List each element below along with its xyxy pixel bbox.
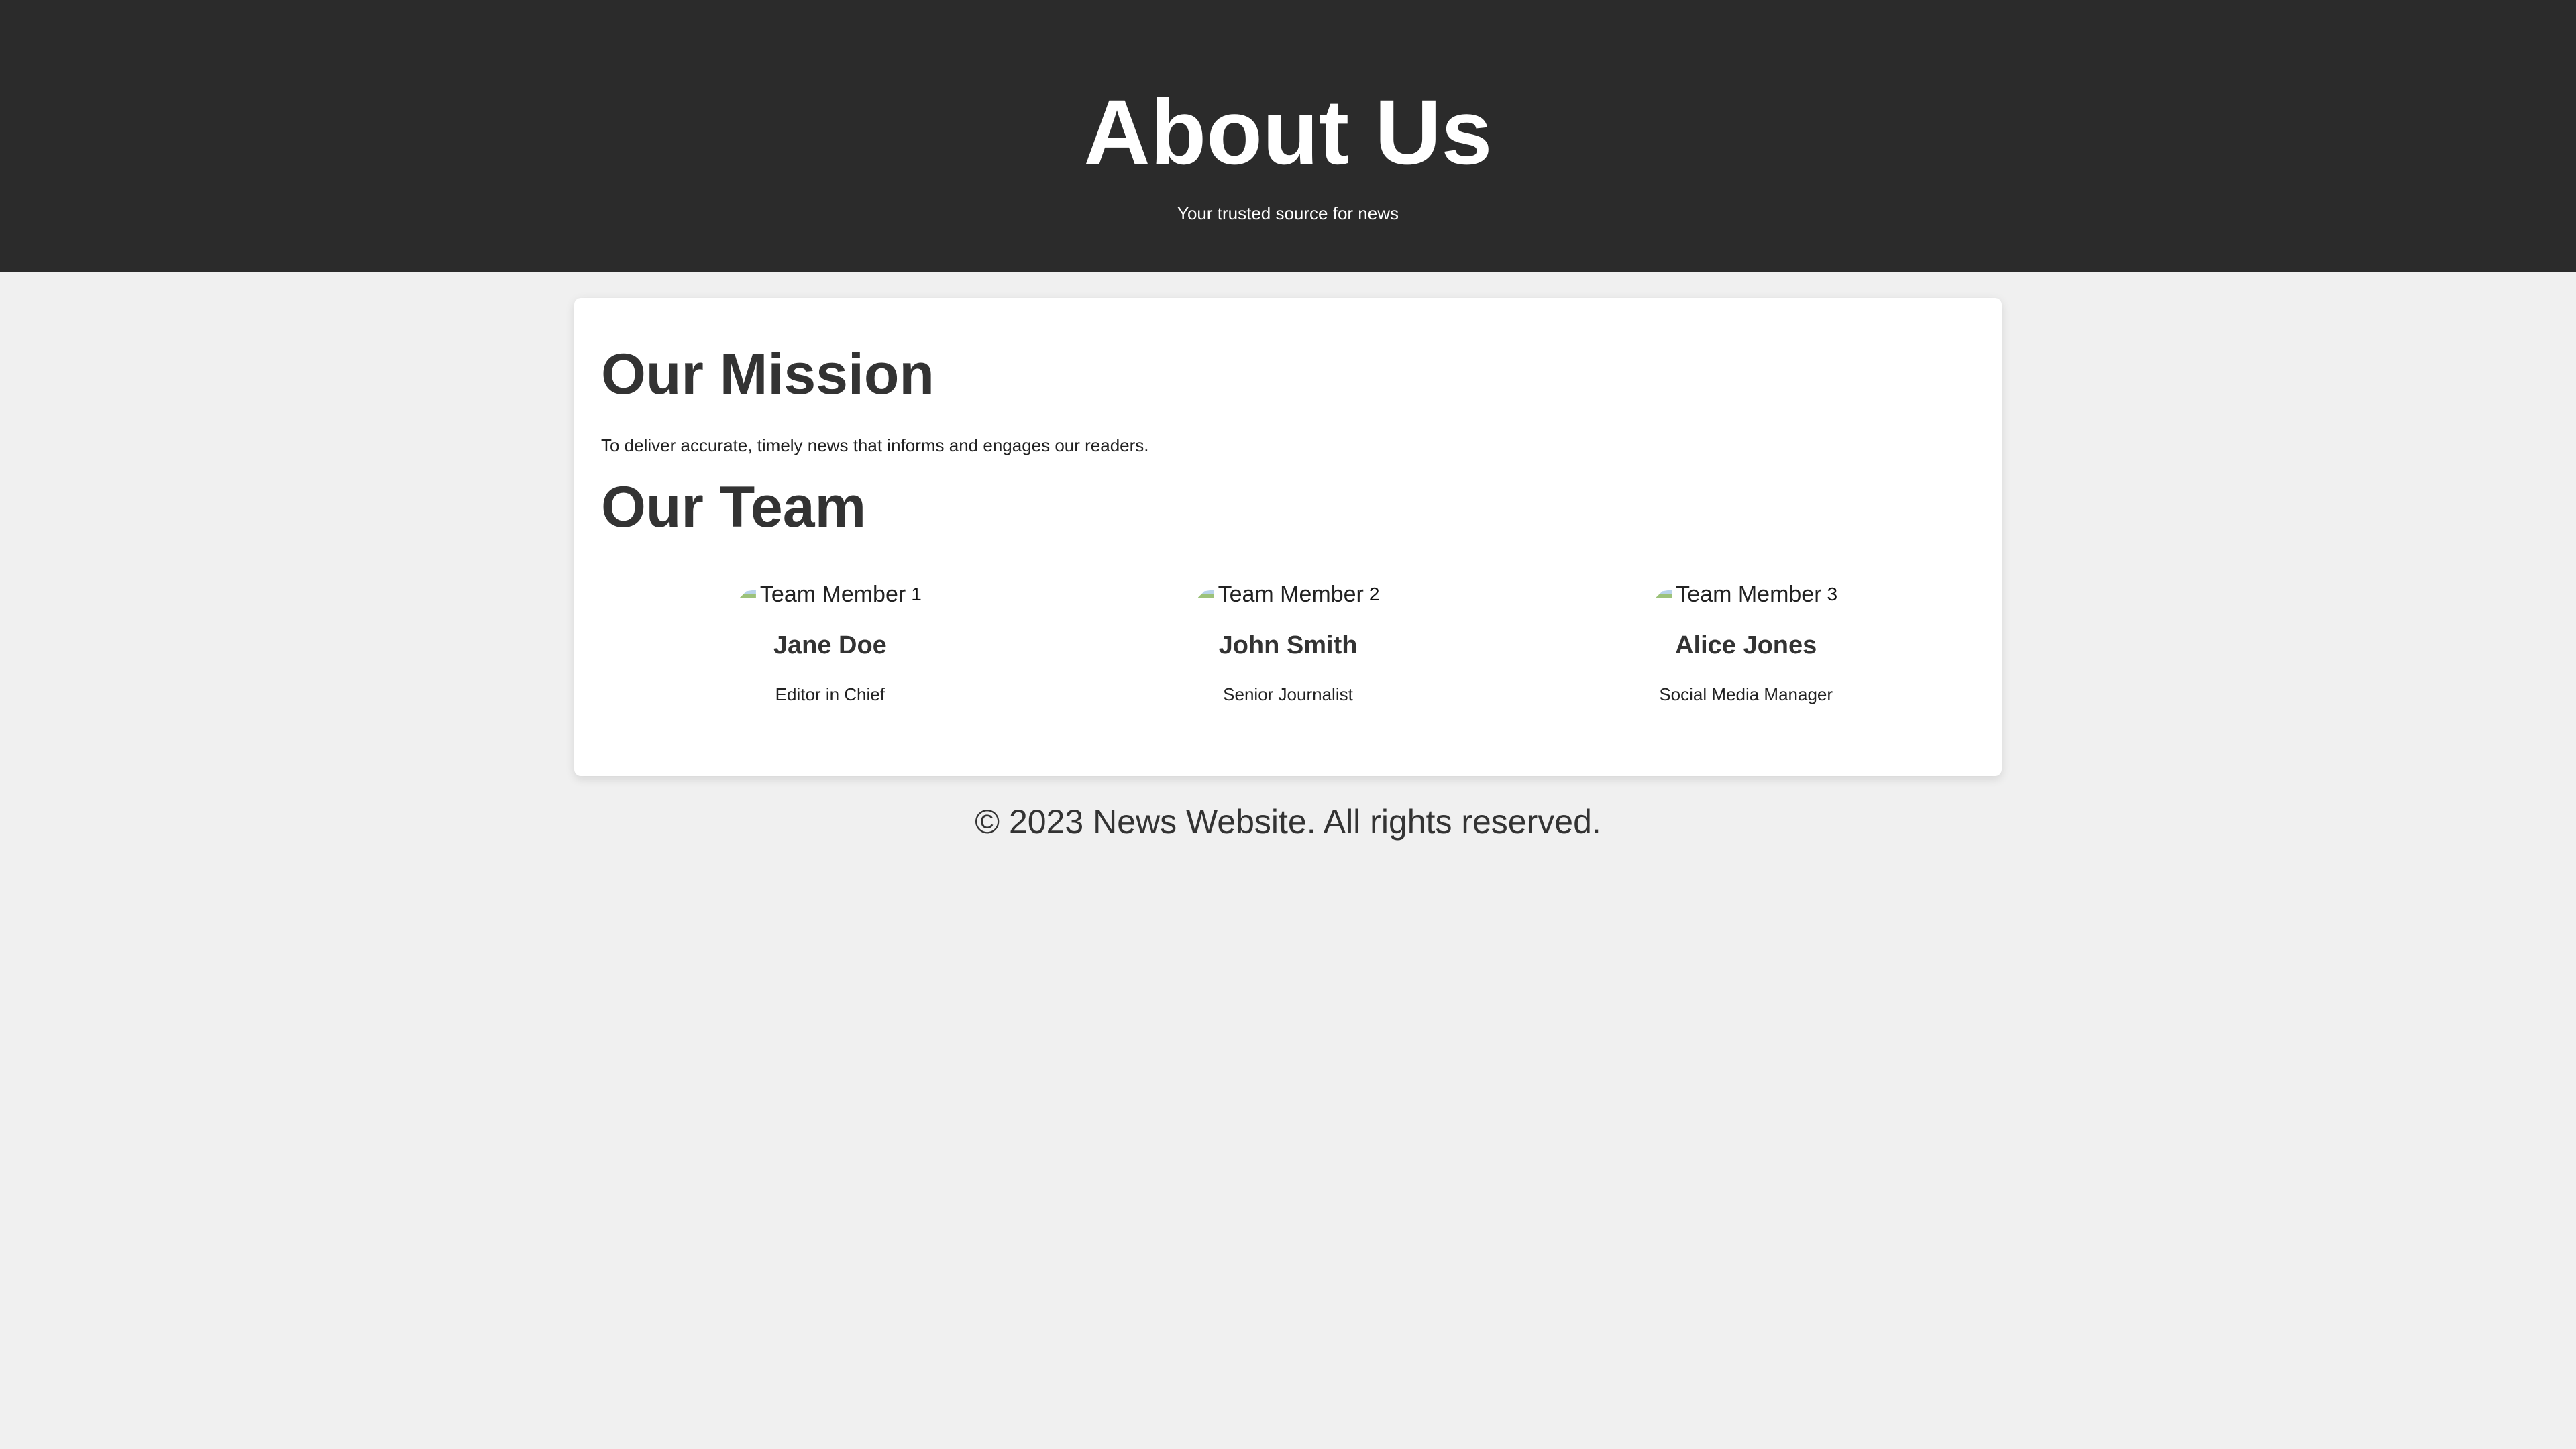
page-header: About Us Your trusted source for news — [0, 0, 2576, 272]
team-member-photo: Team Member 2 — [1197, 580, 1380, 609]
team-member-card: Team Member 1 Jane Doe Editor in Chief — [601, 580, 1059, 705]
team-member-photo-alt: Team Member — [1676, 581, 1822, 607]
team-member-name: Alice Jones — [1675, 631, 1817, 659]
team-member-photo-alt: Team Member — [759, 581, 906, 607]
team-heading: Our Team — [601, 475, 867, 539]
team-member-card: Team Member 2 John Smith Senior Journali… — [1059, 580, 1517, 705]
team-member-name: Jane Doe — [773, 631, 887, 659]
page-footer: © 2023 News Website. All rights reserved… — [0, 798, 2576, 845]
page-subtitle: Your trusted source for news — [1177, 203, 1399, 223]
team-member-photo-alt-tail: 3 — [1827, 584, 1838, 604]
team-member-name: John Smith — [1218, 631, 1358, 659]
team-member-photo: Team Member 1 — [739, 580, 922, 609]
team-member-photo-alt-tail: 1 — [911, 584, 922, 604]
team-member-photo: Team Member 3 — [1654, 580, 1837, 609]
broken-image-icon — [1197, 588, 1217, 600]
team-member-role: Senior Journalist — [1223, 684, 1353, 704]
mission-text: To deliver accurate, timely news that in… — [601, 435, 1149, 455]
team-member-role: Editor in Chief — [775, 684, 885, 704]
broken-image-icon — [739, 588, 759, 600]
page-title: About Us — [1083, 81, 1493, 184]
team-member-photo-alt-tail: 2 — [1368, 584, 1380, 604]
broken-image-icon — [1654, 588, 1674, 600]
team-member-photo-alt: Team Member — [1218, 581, 1364, 607]
about-card: Our Mission To deliver accurate, timely … — [574, 298, 2002, 776]
team-member-role: Social Media Manager — [1659, 684, 1833, 704]
team-grid: Team Member 1 Jane Doe Editor in Chief T… — [601, 580, 1975, 705]
team-member-card: Team Member 3 Alice Jones Social Media M… — [1517, 580, 1975, 705]
mission-heading: Our Mission — [601, 342, 934, 407]
footer-copyright: © 2023 News Website. All rights reserved… — [975, 803, 1601, 841]
